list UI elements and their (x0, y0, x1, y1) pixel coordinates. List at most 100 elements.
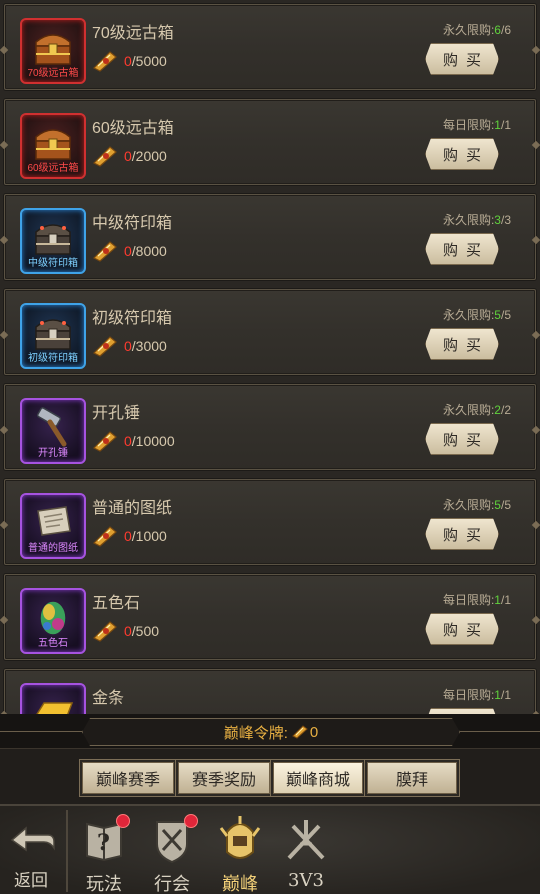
purchase-limit-label: 永久限购: (442, 308, 495, 322)
treasure-chest-icon (35, 129, 71, 160)
price-required: /5000 (131, 53, 167, 69)
purchase-limit-max: /3 (500, 213, 511, 227)
shop-item-row: 初级符印箱 初级符印箱 0/3000 永久限购:5/5 购买 (4, 289, 536, 375)
purchase-limit: 永久限购:2/2 (443, 401, 511, 418)
crossed-swords-icon (287, 820, 325, 860)
buy-button[interactable]: 购买 (425, 138, 499, 170)
item-name: 普通的图纸 (92, 500, 173, 517)
item-price: 0/3000 (92, 335, 167, 357)
token-icon (92, 241, 117, 262)
purchase-limit-label: 永久限购: (442, 23, 495, 37)
nav-label-3v3: 3V3 (288, 870, 324, 891)
nav-label-peak: 巅峰 (222, 874, 258, 894)
item-icon-frame[interactable]: 初级符印箱 (20, 303, 86, 369)
item-name: 金条 (92, 690, 125, 707)
price-required: /2000 (131, 148, 167, 164)
tab-season-rewards[interactable]: 赛季奖励 (178, 762, 270, 794)
token-icon (292, 725, 308, 739)
item-name: 五色石 (92, 595, 141, 612)
shop-item-list[interactable]: 70级远古箱 70级远古箱 0/5000 永久限购:6/6 购买 60级远古箱 60级远古箱… (0, 0, 540, 718)
purchase-limit-current: 5 (494, 308, 501, 322)
purchase-limit-current: 1 (494, 688, 501, 702)
tab-peak-shop[interactable]: 巅峰商城 (273, 762, 363, 794)
item-icon-frame[interactable]: 五色石 (20, 588, 86, 654)
price-owned: 0 (124, 53, 132, 69)
purchase-limit: 永久限购:5/5 (443, 306, 511, 323)
item-price: 0/8000 (92, 240, 167, 262)
item-icon-frame[interactable]: 开孔锤 (20, 398, 86, 464)
svg-text:?: ? (97, 830, 110, 856)
item-price: 0/2000 (92, 145, 167, 167)
item-tag-label: 中级符印箱 (28, 258, 78, 269)
shop-item-row: 中级符印箱 中级符印箱 0/8000 永久限购:3/3 购买 (4, 194, 536, 280)
tab-peak-season[interactable]: 巅峰赛季 (82, 762, 174, 794)
purchase-limit-current: 6 (494, 23, 501, 37)
buy-button[interactable]: 购买 (425, 43, 499, 75)
buy-button[interactable]: 购买 (425, 613, 499, 645)
item-tag-label: 普通的图纸 (28, 543, 78, 554)
purchase-limit-label: 永久限购: (442, 403, 495, 417)
price-owned: 0 (124, 623, 132, 639)
item-tag-label: 初级符印箱 (28, 353, 78, 364)
item-icon-frame[interactable] (20, 683, 86, 718)
shop-item-row: 五色石 五色石 0/500 每日限购:1/1 购买 (4, 574, 536, 660)
item-icon-frame[interactable]: 70级远古箱 (20, 18, 86, 84)
token-balance-value: 0 (309, 723, 319, 741)
purchase-limit-label: 每日限购: (442, 593, 495, 607)
item-tag-label: 60级远古箱 (27, 163, 79, 174)
purchase-limit: 每日限购:1/1 (443, 686, 511, 703)
nav-item-gameplay[interactable]: ? 玩法 (72, 814, 136, 894)
back-button[interactable]: 返回 (2, 814, 60, 894)
item-name: 开孔锤 (92, 405, 141, 422)
shop-item-row: 60级远古箱 60级远古箱 0/2000 每日限购:1/1 购买 (4, 99, 536, 185)
token-icon (92, 621, 117, 642)
purchase-limit: 永久限购:6/6 (443, 21, 511, 38)
purchase-limit: 永久限购:5/5 (443, 496, 511, 513)
purchase-limit-current: 1 (494, 593, 501, 607)
purchase-limit-max: /1 (500, 118, 511, 132)
item-price: 0/1000 (92, 525, 167, 547)
purchase-limit-label: 每日限购: (442, 118, 495, 132)
purchase-limit-current: 5 (494, 498, 501, 512)
item-tag-label: 开孔锤 (38, 448, 68, 459)
nav-divider (66, 810, 68, 892)
back-arrow-icon (10, 826, 55, 852)
purchase-limit-max: /2 (500, 403, 511, 417)
item-icon-frame[interactable]: 普通的图纸 (20, 493, 86, 559)
purchase-limit-max: /5 (500, 308, 511, 322)
tab-worship[interactable]: 膜拜 (367, 762, 457, 794)
item-icon-frame[interactable]: 60级远古箱 (20, 113, 86, 179)
shop-item-row: 普通的图纸 普通的图纸 0/1000 永久限购:5/5 购买 (4, 479, 536, 565)
item-icon-frame[interactable]: 中级符印箱 (20, 208, 86, 274)
token-balance-plate: 巅峰令牌: 0 (82, 718, 460, 746)
price-required: /10000 (131, 433, 175, 449)
price-required: /3000 (131, 338, 167, 354)
item-price: 0/5000 (92, 50, 167, 72)
token-balance-bar: 巅峰令牌: 0 (0, 714, 540, 748)
buy-button[interactable]: 购买 (425, 423, 499, 455)
item-price: 0/500 (92, 620, 159, 642)
item-name: 60级远古箱 (92, 120, 174, 137)
price-owned: 0 (124, 148, 132, 164)
rune-chest-icon (35, 224, 71, 255)
nav-item-3v3[interactable]: 3V3 (274, 814, 338, 894)
nav-item-peak[interactable]: 巅峰 (208, 814, 272, 894)
token-icon (92, 336, 117, 357)
buy-button[interactable]: 购买 (425, 233, 499, 265)
token-icon (92, 51, 117, 72)
purchase-limit: 每日限购:1/1 (443, 591, 511, 608)
purchase-limit-current: 1 (494, 118, 501, 132)
nav-item-guild[interactable]: 行会 (140, 814, 204, 894)
buy-button[interactable]: 购买 (425, 518, 499, 550)
token-icon (92, 431, 117, 452)
item-tag-label: 五色石 (38, 638, 68, 649)
notification-dot (116, 814, 130, 828)
bottom-nav: 返回 ? 玩法 行会 巅峰 3V3 (0, 804, 540, 894)
buy-button[interactable]: 购买 (425, 328, 499, 360)
shop-item-row: 金条每日限购:1/1购买 (4, 669, 536, 718)
gem-stone-icon (39, 600, 67, 636)
purchase-limit-max: /1 (500, 688, 511, 702)
purchase-limit-max: /5 (500, 498, 511, 512)
item-name: 初级符印箱 (92, 310, 173, 327)
purchase-limit-label: 永久限购: (442, 213, 495, 227)
